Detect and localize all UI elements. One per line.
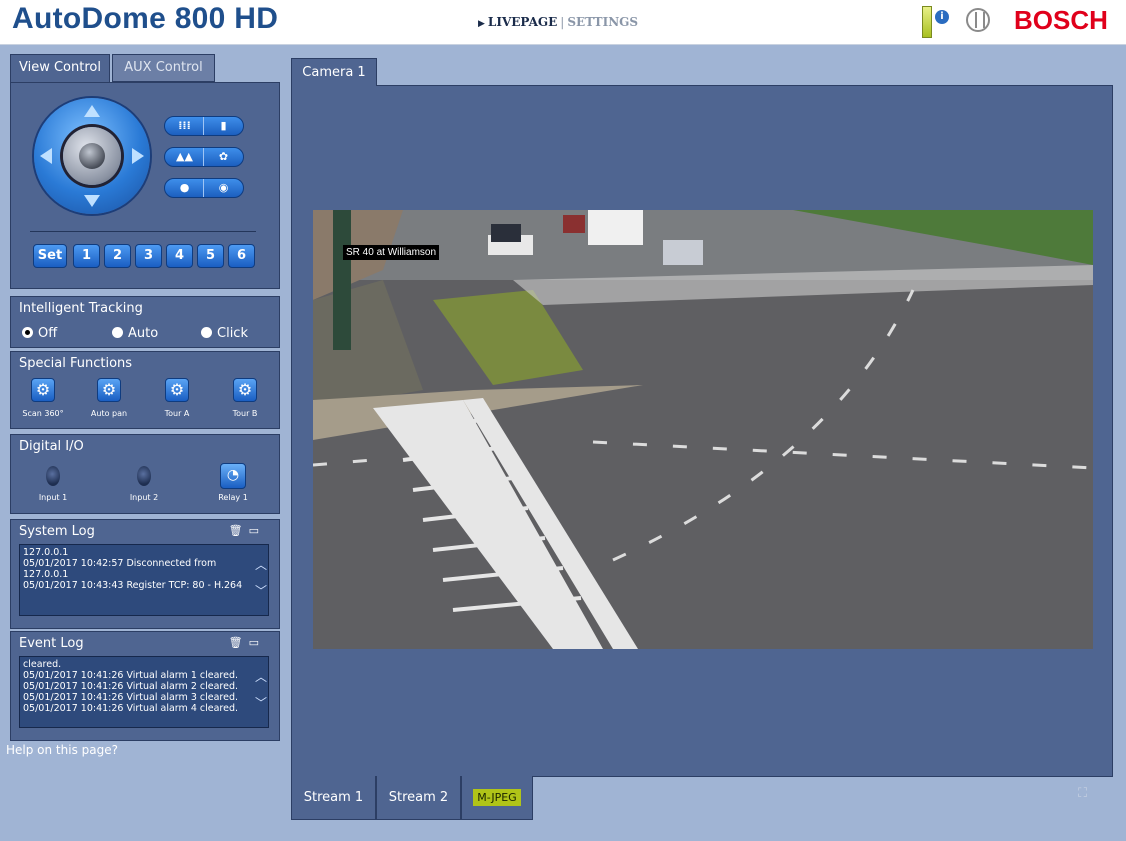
tab-view-control[interactable]: View Control: [10, 54, 110, 82]
iris-close-icon[interactable]: ●: [165, 179, 204, 197]
tour-a-button[interactable]: ⚙: [165, 378, 189, 402]
arrow-right-icon: ▶: [478, 19, 485, 29]
top-nav: ▶ LIVEPAGE | SETTINGS: [478, 15, 638, 29]
chevron-up-icon[interactable]: ︿: [255, 556, 267, 573]
tab-aux-control[interactable]: AUX Control: [112, 54, 215, 82]
tracking-radio-auto[interactable]: Auto: [112, 326, 158, 341]
preset-button-6[interactable]: 6: [228, 244, 255, 268]
window-icon[interactable]: ▭: [249, 524, 265, 537]
input-2-label: Input 2: [129, 493, 159, 502]
radio-label: Click: [217, 326, 248, 341]
radio-selected-icon: [22, 327, 33, 338]
nav-settings-link[interactable]: SETTINGS: [567, 15, 638, 29]
snapshot-icon[interactable]: ⛶: [1078, 786, 1102, 804]
input-1-indicator-icon: [46, 466, 60, 486]
section-title: Event Log: [19, 636, 84, 651]
tab-stream-2[interactable]: Stream 2: [376, 776, 461, 820]
focus-far-icon[interactable]: ▲▲: [165, 148, 204, 166]
info-icon[interactable]: i: [935, 10, 949, 24]
trash-icon[interactable]: 🗑: [229, 524, 249, 537]
status-level-icon: [922, 6, 932, 38]
tour-a-label: Tour A: [164, 409, 190, 418]
camera-lens-icon: [79, 143, 105, 169]
section-title: Special Functions: [19, 356, 133, 371]
input-1-label: Input 1: [38, 493, 68, 502]
tour-b-label: Tour B: [232, 409, 258, 418]
tab-camera-1[interactable]: Camera 1: [291, 58, 377, 86]
system-log-text[interactable]: 127.0.0.1 05/01/2017 10:42:57 Disconnect…: [19, 544, 269, 616]
radio-icon: [112, 327, 123, 338]
tour-b-button[interactable]: ⚙: [233, 378, 257, 402]
nav-livepage-link[interactable]: LIVEPAGE: [488, 15, 557, 29]
brand-logo: BOSCH: [1014, 5, 1108, 35]
focus-control: ▲▲ ✿: [164, 147, 244, 167]
video-frame: [313, 210, 1093, 649]
arrow-right-icon[interactable]: [132, 148, 144, 164]
iris-control: ● ◉: [164, 178, 244, 198]
nav-separator: |: [560, 15, 565, 29]
camera-caption: SR 40 at Williamson: [343, 245, 440, 260]
window-icon[interactable]: ▭: [249, 636, 265, 649]
divider: [30, 231, 256, 232]
m-jpeg-label: M-JPEG: [473, 789, 521, 806]
radio-label: Off: [38, 326, 58, 341]
tab-stream-1[interactable]: Stream 1: [291, 776, 376, 820]
app-title: AutoDome 800 HD: [12, 2, 279, 35]
system-log-panel: System Log 🗑▭ 127.0.0.1 05/01/2017 10:42…: [10, 519, 280, 629]
section-title: Intelligent Tracking: [19, 301, 143, 316]
arrow-down-icon[interactable]: [84, 195, 100, 207]
section-title: System Log: [19, 524, 95, 539]
scan-360-button[interactable]: ⚙: [31, 378, 55, 402]
set-preset-button[interactable]: Set: [33, 244, 67, 268]
bosch-emblem-icon: [966, 8, 990, 32]
event-log-panel: Event Log 🗑▭ cleared. 05/01/2017 10:41:2…: [10, 631, 280, 741]
trash-icon[interactable]: 🗑: [229, 636, 249, 649]
radio-icon: [201, 327, 212, 338]
zoom-out-icon[interactable]: ⁞⁞⁞: [165, 117, 204, 135]
input-2-indicator-icon: [137, 466, 151, 486]
chevron-down-icon[interactable]: ﹀: [255, 694, 267, 711]
zoom-control: ⁞⁞⁞ ▮: [164, 116, 244, 136]
preset-button-1[interactable]: 1: [73, 244, 100, 268]
relay-1-label: Relay 1: [218, 493, 248, 502]
tracking-radio-off[interactable]: Off: [22, 326, 57, 341]
log-actions: 🗑▭: [229, 636, 265, 649]
preset-button-4[interactable]: 4: [166, 244, 193, 268]
section-title: Digital I/O: [19, 439, 84, 454]
arrow-left-icon[interactable]: [40, 148, 52, 164]
preset-button-5[interactable]: 5: [197, 244, 224, 268]
auto-pan-label: Auto pan: [90, 409, 128, 418]
help-link[interactable]: Help on this page?: [6, 743, 118, 757]
tab-m-jpeg[interactable]: M-JPEG: [461, 776, 533, 820]
auto-pan-button[interactable]: ⚙: [97, 378, 121, 402]
zoom-in-icon[interactable]: ▮: [203, 117, 243, 135]
chevron-up-icon[interactable]: ︿: [255, 668, 267, 685]
chevron-down-icon[interactable]: ﹀: [255, 582, 267, 599]
iris-open-icon[interactable]: ◉: [203, 179, 243, 197]
focus-near-icon[interactable]: ✿: [203, 148, 243, 166]
relay-1-button[interactable]: ◔: [220, 463, 246, 489]
log-actions: 🗑▭: [229, 524, 265, 537]
arrow-up-icon[interactable]: [84, 105, 100, 117]
radio-label: Auto: [128, 326, 159, 341]
preset-button-2[interactable]: 2: [104, 244, 131, 268]
event-log-text[interactable]: cleared. 05/01/2017 10:41:26 Virtual ala…: [19, 656, 269, 728]
live-video-feed[interactable]: [313, 210, 1093, 649]
tracking-radio-click[interactable]: Click: [201, 326, 248, 341]
preset-button-3[interactable]: 3: [135, 244, 162, 268]
scan-360-label: Scan 360°: [22, 409, 64, 418]
